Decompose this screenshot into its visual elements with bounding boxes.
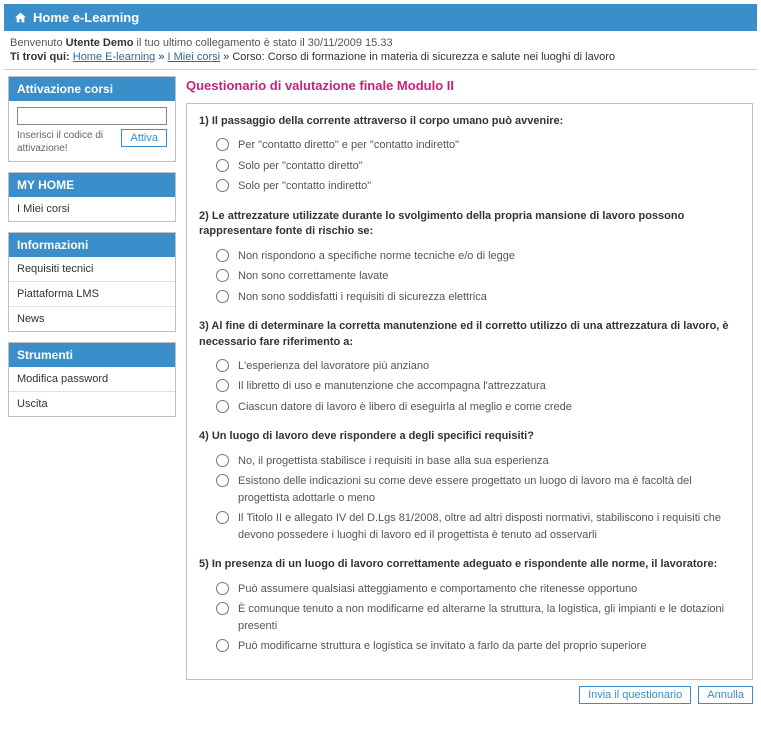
activation-title: Attivazione corsi: [9, 77, 175, 101]
welcome-username: Utente Demo: [66, 37, 134, 49]
activation-code-input[interactable]: [17, 107, 167, 125]
welcome-line: Benvenuto Utente Demo il tuo ultimo coll…: [4, 31, 757, 51]
option-label: Non rispondono a specifiche norme tecnic…: [238, 248, 515, 265]
option-radio[interactable]: [216, 179, 229, 192]
app-header: Home e-Learning: [4, 4, 757, 31]
question-text: 2) Le attrezzature utilizzate durante lo…: [199, 209, 740, 240]
option[interactable]: Solo per "contatto indiretto": [211, 178, 740, 195]
option-label: Solo per "contatto indiretto": [238, 178, 371, 195]
option[interactable]: È comunque tenuto a non modificarne ed a…: [211, 601, 740, 634]
option-radio[interactable]: [216, 379, 229, 392]
option[interactable]: Non rispondono a specifiche norme tecnic…: [211, 248, 740, 265]
breadcrumb-course-prefix: Corso:: [232, 51, 267, 63]
option-label: Il Titolo II e allegato IV del D.Lgs 81/…: [238, 510, 740, 543]
info-item-1[interactable]: Piattaforma LMS: [9, 281, 175, 306]
option-radio[interactable]: [216, 511, 229, 524]
option-label: Ciascun datore di lavoro è libero di ese…: [238, 399, 572, 416]
breadcrumb-label: Ti trovi qui:: [10, 51, 70, 63]
breadcrumb-home[interactable]: Home E-learning: [73, 51, 156, 63]
quiz-box: 1) Il passaggio della corrente attravers…: [186, 103, 753, 680]
activate-button[interactable]: Attiva: [121, 129, 167, 147]
option-radio[interactable]: [216, 474, 229, 487]
info-title: Informazioni: [9, 233, 175, 257]
main-content: Questionario di valutazione finale Modul…: [186, 76, 753, 704]
submit-quiz-button[interactable]: Invia il questionario: [579, 686, 691, 704]
app-title: Home e-Learning: [33, 10, 139, 25]
option[interactable]: Per "contatto diretto" e per "contatto i…: [211, 137, 740, 154]
myhome-box: MY HOME I Miei corsi: [8, 172, 176, 222]
question-text: 4) Un luogo di lavoro deve rispondere a …: [199, 429, 740, 444]
option-radio[interactable]: [216, 639, 229, 652]
question-1: 1) Il passaggio della corrente attravers…: [199, 114, 740, 195]
option[interactable]: Solo per "contatto diretto": [211, 158, 740, 175]
breadcrumb-sep1: »: [155, 51, 167, 63]
tools-box: Strumenti Modifica passwordUscita: [8, 342, 176, 417]
sidebar: Attivazione corsi Inserisci il codice di…: [8, 76, 176, 427]
option[interactable]: L'esperienza del lavoratore più anziano: [211, 358, 740, 375]
option-radio[interactable]: [216, 400, 229, 413]
option[interactable]: Esistono delle indicazioni su come deve …: [211, 473, 740, 506]
option-label: Per "contatto diretto" e per "contatto i…: [238, 137, 459, 154]
option[interactable]: Il Titolo II e allegato IV del D.Lgs 81/…: [211, 510, 740, 543]
option-label: L'esperienza del lavoratore più anziano: [238, 358, 429, 375]
question-options: Può assumere qualsiasi atteggiamento e c…: [199, 581, 740, 655]
question-options: L'esperienza del lavoratore più anziano I…: [199, 358, 740, 416]
breadcrumb-course-name: Corso di formazione in materia di sicure…: [268, 51, 615, 63]
option-radio[interactable]: [216, 582, 229, 595]
option-radio[interactable]: [216, 269, 229, 282]
tools-item-0[interactable]: Modifica password: [9, 367, 175, 391]
question-options: No, il progettista stabilisce i requisit…: [199, 453, 740, 544]
option-label: Non sono soddisfatti i requisiti di sicu…: [238, 289, 487, 306]
question-options: Non rispondono a specifiche norme tecnic…: [199, 248, 740, 306]
breadcrumb-sep2: »: [220, 51, 232, 63]
option-radio[interactable]: [216, 290, 229, 303]
option[interactable]: Ciascun datore di lavoro è libero di ese…: [211, 399, 740, 416]
option-label: È comunque tenuto a non modificarne ed a…: [238, 601, 740, 634]
option[interactable]: Può modificarne struttura e logistica se…: [211, 638, 740, 655]
tools-item-1[interactable]: Uscita: [9, 391, 175, 416]
option[interactable]: No, il progettista stabilisce i requisit…: [211, 453, 740, 470]
option-radio[interactable]: [216, 159, 229, 172]
info-item-2[interactable]: News: [9, 306, 175, 331]
option-radio[interactable]: [216, 602, 229, 615]
question-2: 2) Le attrezzature utilizzate durante lo…: [199, 209, 740, 305]
question-text: 5) In presenza di un luogo di lavoro cor…: [199, 557, 740, 572]
info-box: Informazioni Requisiti tecniciPiattaform…: [8, 232, 176, 332]
option-label: Può assumere qualsiasi atteggiamento e c…: [238, 581, 637, 598]
option[interactable]: Non sono soddisfatti i requisiti di sicu…: [211, 289, 740, 306]
question-options: Per "contatto diretto" e per "contatto i…: [199, 137, 740, 195]
breadcrumb-courses[interactable]: I Miei corsi: [168, 51, 221, 63]
welcome-prefix: Benvenuto: [10, 37, 66, 49]
myhome-title: MY HOME: [9, 173, 175, 197]
quiz-actions: Invia il questionario Annulla: [186, 686, 753, 704]
option-label: Non sono correttamente lavate: [238, 268, 388, 285]
option-label: Esistono delle indicazioni su come deve …: [238, 473, 740, 506]
option-radio[interactable]: [216, 454, 229, 467]
option-radio[interactable]: [216, 359, 229, 372]
question-text: 1) Il passaggio della corrente attravers…: [199, 114, 740, 129]
option-radio[interactable]: [216, 138, 229, 151]
question-3: 3) Al fine di determinare la corretta ma…: [199, 319, 740, 415]
activation-box: Attivazione corsi Inserisci il codice di…: [8, 76, 176, 162]
welcome-lastlogin: il tuo ultimo collegamento è stato il 30…: [134, 37, 393, 49]
option-label: Solo per "contatto diretto": [238, 158, 363, 175]
tools-title: Strumenti: [9, 343, 175, 367]
option-label: Il libretto di uso e manutenzione che ac…: [238, 378, 546, 395]
option[interactable]: Può assumere qualsiasi atteggiamento e c…: [211, 581, 740, 598]
activation-help: Inserisci il codice di attivazione!: [17, 129, 115, 155]
myhome-item-0[interactable]: I Miei corsi: [9, 197, 175, 221]
option-label: No, il progettista stabilisce i requisit…: [238, 453, 549, 470]
home-icon: [14, 11, 27, 24]
question-4: 4) Un luogo di lavoro deve rispondere a …: [199, 429, 740, 543]
info-item-0[interactable]: Requisiti tecnici: [9, 257, 175, 281]
question-text: 3) Al fine di determinare la corretta ma…: [199, 319, 740, 350]
breadcrumb: Ti trovi qui: Home E-learning » I Miei c…: [4, 51, 757, 70]
option[interactable]: Non sono correttamente lavate: [211, 268, 740, 285]
page-title: Questionario di valutazione finale Modul…: [186, 78, 753, 93]
option[interactable]: Il libretto di uso e manutenzione che ac…: [211, 378, 740, 395]
question-5: 5) In presenza di un luogo di lavoro cor…: [199, 557, 740, 654]
option-radio[interactable]: [216, 249, 229, 262]
option-label: Può modificarne struttura e logistica se…: [238, 638, 646, 655]
cancel-button[interactable]: Annulla: [698, 686, 753, 704]
